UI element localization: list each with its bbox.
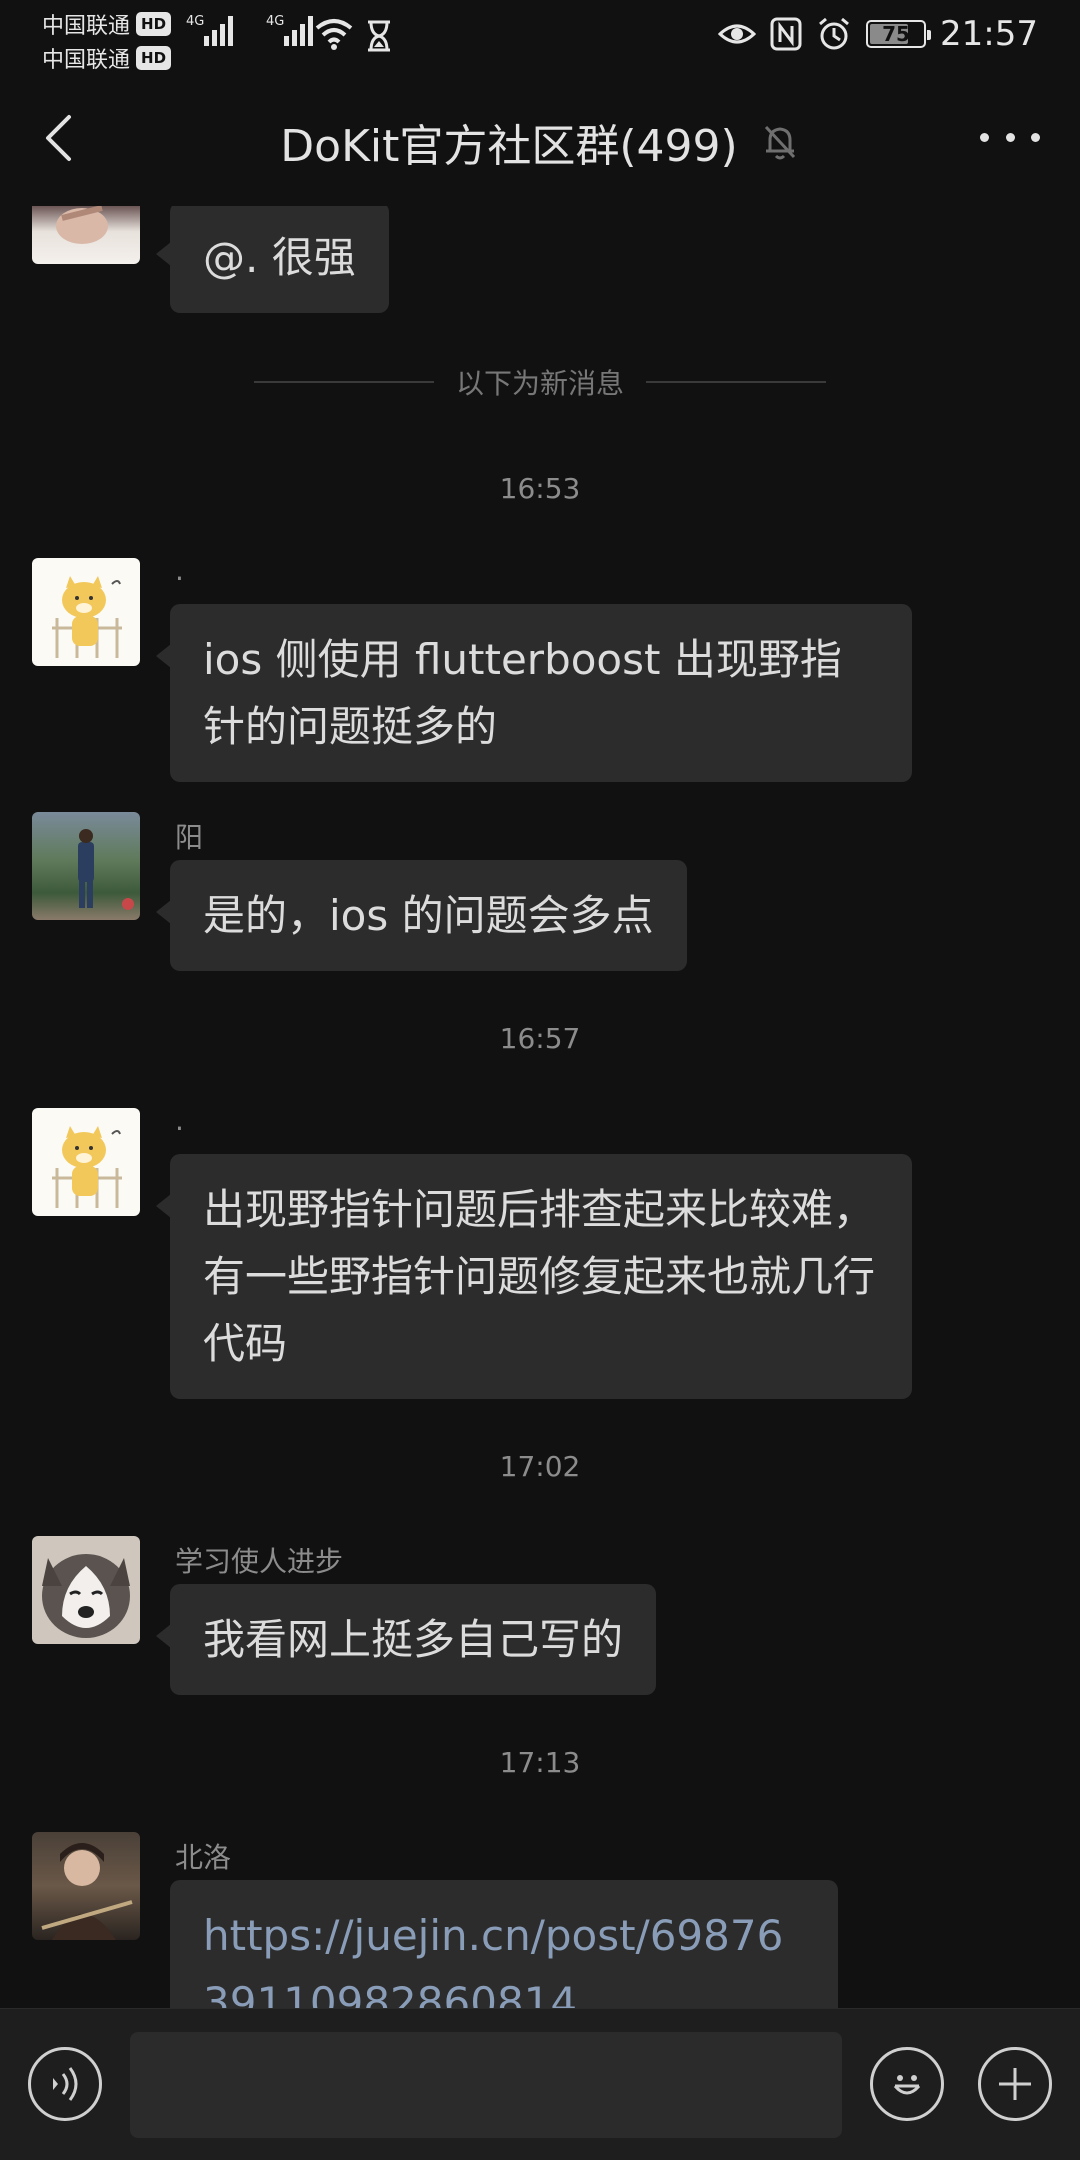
carrier-1: 中国联通 HD [42, 8, 172, 40]
carrier-1-label: 中国联通 [42, 14, 131, 39]
divider-line [253, 381, 434, 383]
more-button[interactable] [980, 122, 1040, 152]
shiba-avatar-icon [52, 576, 122, 658]
divider-line [646, 381, 826, 383]
avatar[interactable] [32, 206, 140, 264]
status-right: 75 21:57 [718, 14, 1038, 54]
hd-badge: HD [136, 46, 172, 70]
chat-title: DoKit官方社区群(499) [280, 121, 738, 172]
status-bar: 中国联通 HD 中国联通 HD 4G 4G 75 21:57 [0, 0, 1080, 73]
new-messages-label: 以下为新消息 [455, 367, 624, 400]
message-text: 是的，ios 的问题会多点 [203, 891, 654, 940]
emoji-button[interactable] [870, 2047, 944, 2121]
timestamp: 17:02 [499, 1450, 581, 1483]
message-text: 出现野指针问题后排查起来比较难，有一些野指针问题修复起来也就几行代码 [203, 1185, 876, 1368]
battery-icon: 75 [866, 20, 932, 48]
plus-icon [999, 2068, 1031, 2100]
input-bar [0, 2008, 1080, 2160]
nfc-icon [770, 17, 802, 51]
timestamp: 16:57 [499, 1022, 581, 1055]
message-link[interactable]: https://juejin.cn/post/69876391109828608… [203, 1902, 805, 2008]
sender-name: 学习使人进步 [175, 1545, 344, 1578]
new-messages-divider: 以下为新消息 [0, 362, 1080, 402]
message-list[interactable]: @. 很强 以下为新消息 16:53 . ios 侧使用 flutterboos… [0, 206, 1080, 2008]
hourglass-icon [368, 20, 390, 52]
avatar[interactable] [32, 558, 140, 666]
avatar[interactable] [32, 1108, 140, 1216]
signal-2-icon: 4G [266, 14, 313, 46]
network-type-1: 4G [186, 14, 205, 29]
timestamp: 16:53 [499, 472, 581, 505]
plus-button[interactable] [978, 2047, 1052, 2121]
message-text: @. 很强 [203, 233, 356, 282]
more-icon-dot [1031, 132, 1040, 142]
voice-icon [53, 2067, 78, 2101]
message-bubble[interactable]: @. 很强 [156, 206, 389, 313]
message-text: 我看网上挺多自己写的 [203, 1615, 624, 1664]
sender-name: . [175, 554, 184, 587]
hd-badge: HD [136, 12, 172, 36]
alarm-icon [819, 17, 849, 50]
more-icon-dot [980, 132, 989, 142]
sender-name: 阳 [175, 821, 204, 854]
message-bubble[interactable]: 是的，ios 的问题会多点 [156, 860, 687, 971]
mute-bell-icon [760, 122, 800, 162]
husky-avatar-icon [42, 1554, 130, 1638]
eye-comfort-icon [718, 24, 757, 44]
title-wrap: DoKit官方社区群(499) [0, 110, 1080, 174]
message-bubble[interactable]: ios 侧使用 flutterboost 出现野指针的问题挺多的 [156, 604, 912, 782]
wifi-icon [315, 19, 353, 50]
avatar[interactable] [32, 1832, 140, 1940]
network-type-2: 4G [266, 14, 285, 29]
message-bubble[interactable]: https://juejin.cn/post/69876391109828608… [170, 1880, 838, 2008]
signal-1-icon: 4G [186, 14, 233, 46]
battery-level: 75 [882, 22, 910, 46]
message-input[interactable] [130, 2032, 842, 2138]
chat-header: DoKit官方社区群(499) [0, 70, 1080, 206]
sender-name: 北洛 [175, 1841, 232, 1874]
shiba-avatar-icon [52, 1126, 122, 1208]
avatar[interactable] [32, 1536, 140, 1644]
message-bubble[interactable]: 我看网上挺多自己写的 [155, 1584, 657, 1695]
timestamp: 17:13 [499, 1746, 581, 1779]
emoji-icon [893, 2075, 921, 2095]
voice-button[interactable] [28, 2047, 102, 2121]
status-time: 21:57 [940, 14, 1038, 54]
message-text: ios 侧使用 flutterboost 出现野指针的问题挺多的 [203, 635, 842, 751]
more-icon-dot [1005, 132, 1015, 142]
avatar[interactable] [32, 812, 140, 920]
sender-name: . [175, 1104, 184, 1137]
message-bubble[interactable]: 出现野指针问题后排查起来比较难，有一些野指针问题修复起来也就几行代码 [156, 1154, 912, 1399]
